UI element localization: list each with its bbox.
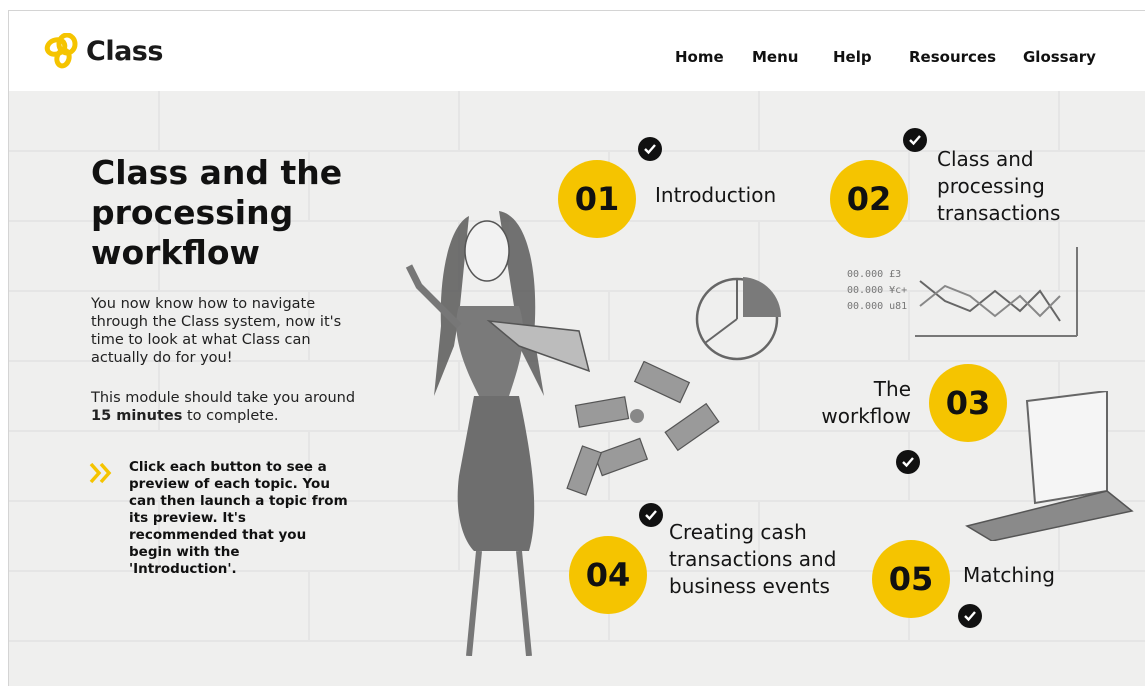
duration-text-end: to complete.	[182, 408, 279, 424]
topic-label: Class and processing transactions	[937, 147, 1061, 225]
nav-help[interactable]: Help	[833, 48, 872, 66]
topic-number: 03	[929, 364, 1007, 442]
nav-home[interactable]: Home	[675, 48, 724, 66]
ledger-line-1: 00.000 £3	[847, 269, 901, 280]
page-title: Class and the processing workflow	[91, 153, 343, 272]
check-icon	[896, 450, 920, 474]
check-icon	[639, 503, 663, 527]
topic-number: 01	[558, 160, 636, 238]
brand-name: Class	[86, 35, 163, 67]
topic-03-button[interactable]: The workflow 03	[809, 364, 1009, 484]
topic-number: 02	[830, 160, 908, 238]
line-chart-sketch: 00.000 £3 00.000 ¥c+ 00.000 u81	[847, 247, 1078, 337]
topic-01-button[interactable]: 01 Introduction	[558, 137, 798, 250]
topic-number: 04	[569, 536, 647, 614]
main-content: Class and the processing workflow You no…	[9, 91, 1145, 686]
nav-resources[interactable]: Resources	[909, 48, 996, 66]
class-logo-icon	[44, 33, 78, 69]
top-bar: Class Home Menu Help Resources Glossary	[9, 11, 1145, 91]
check-icon	[903, 128, 927, 152]
ledger-line-2: 00.000 ¥c+	[847, 285, 907, 296]
duration-paragraph: This module should take you around 15 mi…	[91, 389, 361, 425]
money-sketch	[566, 361, 720, 496]
instruction-text: Click each button to see a preview of ea…	[129, 459, 348, 577]
topic-label: The workflow	[821, 377, 911, 428]
duration-text-start: This module should take you around	[91, 390, 356, 406]
pie-chart-sketch	[695, 277, 781, 361]
topic-label: Introduction	[655, 183, 777, 207]
topic-05-button[interactable]: 05 Matching	[872, 540, 1082, 650]
topic-02-button[interactable]: 02 Class and processing transactions	[830, 128, 1080, 250]
check-icon	[958, 604, 982, 628]
topic-number: 05	[872, 540, 950, 618]
app-frame: Class Home Menu Help Resources Glossary	[8, 10, 1145, 686]
nav-menu[interactable]: Menu	[752, 48, 798, 66]
topic-label: Creating cash transactions and business …	[669, 520, 837, 598]
nav-glossary[interactable]: Glossary	[1023, 48, 1096, 66]
check-icon	[638, 137, 662, 161]
topic-label: Matching	[963, 563, 1055, 587]
intro-paragraph: You now know how to navigate through the…	[91, 296, 342, 366]
class-logo[interactable]: Class	[43, 33, 163, 69]
double-chevron-icon	[89, 462, 112, 484]
ledger-line-3: 00.000 u81	[847, 301, 907, 312]
duration-value: 15 minutes	[91, 408, 183, 424]
topic-04-button[interactable]: 04 Creating cash transactions and busine…	[569, 503, 844, 646]
